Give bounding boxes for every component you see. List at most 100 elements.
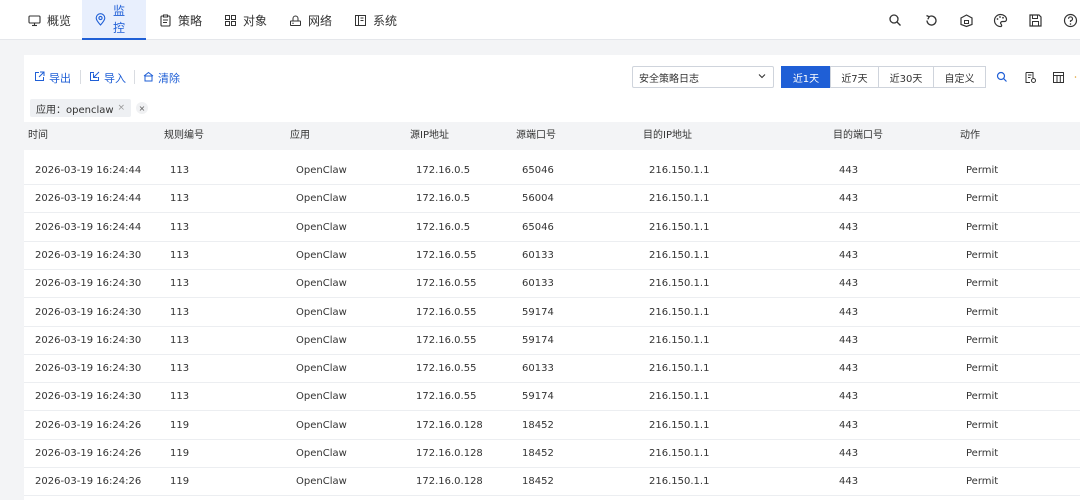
help-icon[interactable]: [1061, 11, 1079, 29]
source-port-cell: 60133: [522, 249, 554, 261]
column-header-source-port[interactable]: 源端口号: [516, 122, 556, 150]
source-ip-cell: 172.16.0.55: [416, 278, 477, 290]
nav-tab-system[interactable]: 系统: [354, 0, 397, 40]
search-icon[interactable]: [886, 11, 904, 29]
table-row[interactable]: 2026-03-19 16:24:26 119 OpenClaw 172.16.0.1…: [24, 412, 1080, 440]
dest-ip-cell: 216.150.1.1: [649, 249, 710, 261]
export-label: 导出: [49, 72, 71, 85]
table-row[interactable]: 2026-03-19 16:24:44 113 OpenClaw 172.16.0.5…: [24, 185, 1080, 214]
table-row[interactable]: 2026-03-19 16:24:30 113 OpenClaw 172.16.0.5…: [24, 270, 1080, 299]
application-cell: OpenClaw: [296, 165, 347, 176]
time-cell: 2026-03-19 16:24:26: [35, 476, 142, 488]
range-1-day-button[interactable]: 近1天: [781, 66, 831, 88]
source-ip-cell: 172.16.0.128: [416, 448, 483, 459]
more-options-icon[interactable]: [1074, 69, 1080, 85]
source-ip-cell: 172.16.0.5: [416, 193, 471, 205]
action-cell: Permit: [966, 391, 999, 403]
column-settings-icon[interactable]: [1050, 69, 1066, 85]
action-cell: Permit: [966, 306, 999, 318]
range-7-days-button[interactable]: 近7天: [830, 66, 879, 88]
column-header-rule-id[interactable]: 规则编号: [164, 122, 204, 150]
nav-tab-policy[interactable]: 策略: [159, 0, 202, 40]
table-row[interactable]: 2026-03-19 16:24:30 113 OpenClaw 172.16.0.5…: [24, 355, 1080, 384]
source-ip-cell: 172.16.0.55: [416, 391, 477, 403]
nav-tab-monitor[interactable]: 监控: [82, 0, 146, 40]
time-cell: 2026-03-19 16:24:30: [35, 278, 142, 290]
table-row[interactable]: 2026-03-19 16:24:30 113 OpenClaw 172.16.0.5…: [24, 383, 1080, 412]
toolbar-divider: [80, 70, 81, 84]
source-port-cell: 59174: [522, 334, 554, 346]
save-icon[interactable]: [1026, 11, 1044, 29]
rule-id-cell: 119: [170, 476, 190, 488]
time-cell: 2026-03-19 16:24:30: [35, 391, 142, 403]
time-cell: 2026-03-19 16:24:30: [35, 249, 142, 261]
range-custom-button[interactable]: 自定义: [933, 66, 986, 88]
table-row[interactable]: 2026-03-19 16:24:30 113 OpenClaw 172.16.0.5…: [24, 242, 1080, 270]
action-cell: Permit: [966, 249, 999, 261]
filter-tag-label: 应用：openclaw: [36, 104, 114, 116]
log-type-select[interactable]: 安全策略日志: [632, 66, 774, 88]
table-row[interactable]: 2026-03-19 16:24:26 119 OpenClaw 172.16.0.1…: [24, 440, 1080, 468]
filter-tag-remove-icon[interactable]: ×: [118, 103, 126, 113]
column-header-action[interactable]: 动作: [960, 122, 980, 150]
nav-tab-label: 对象: [243, 13, 268, 28]
action-cell: Permit: [966, 363, 999, 375]
nav-tab-objects[interactable]: 对象: [224, 0, 267, 40]
dest-ip-cell: 216.150.1.1: [649, 278, 710, 290]
rule-id-cell: 113: [170, 249, 190, 261]
palette-icon[interactable]: [991, 11, 1009, 29]
table-row[interactable]: 2026-03-19 16:24:30 113 OpenClaw 172.16.0.5…: [24, 299, 1080, 327]
dest-port-cell: 443: [839, 419, 859, 431]
clear-filters-icon[interactable]: ×: [136, 102, 148, 114]
action-cell: Permit: [966, 221, 999, 233]
export-icon: [34, 71, 45, 85]
import-label: 导入: [104, 72, 126, 85]
column-header-dest-ip[interactable]: 目的IP地址: [643, 122, 692, 150]
dest-ip-cell: 216.150.1.1: [649, 334, 710, 346]
column-header-dest-port[interactable]: 目的端口号: [833, 122, 883, 150]
source-ip-cell: 172.16.0.55: [416, 363, 477, 375]
table-row[interactable]: 2026-03-19 16:24:44 113 OpenClaw 172.16.0.5…: [24, 157, 1080, 185]
dest-port-cell: 443: [839, 391, 859, 403]
search-icon[interactable]: [994, 69, 1010, 85]
source-ip-cell: 172.16.0.128: [416, 476, 483, 488]
clear-button[interactable]: 清除: [143, 70, 180, 86]
column-header-application[interactable]: 应用: [290, 122, 310, 150]
table-row[interactable]: 2026-03-19 16:24:44 113 OpenClaw 172.16.0.5…: [24, 214, 1080, 242]
filter-tag: 应用：openclaw ×: [30, 99, 132, 117]
rule-id-cell: 113: [170, 193, 190, 205]
import-button[interactable]: 导入: [89, 70, 126, 86]
source-ip-cell: 172.16.0.5: [416, 165, 471, 176]
nav-tab-overview[interactable]: 概览: [28, 0, 71, 40]
network-icon: [289, 14, 302, 27]
log-type-value: 安全策略日志: [639, 73, 699, 85]
nav-tab-network[interactable]: 网络: [289, 0, 332, 40]
rule-id-cell: 113: [170, 278, 190, 290]
action-cell: Permit: [966, 419, 999, 431]
log-settings-icon[interactable]: [1022, 69, 1038, 85]
dest-ip-cell: 216.150.1.1: [649, 221, 710, 233]
application-cell: OpenClaw: [296, 363, 347, 375]
export-button[interactable]: 导出: [34, 70, 71, 86]
table-row[interactable]: 2026-03-19 16:24:30 113 OpenClaw 172.16.0.5…: [24, 327, 1080, 355]
nav-tab-label: 系统: [373, 13, 398, 28]
application-cell: OpenClaw: [296, 249, 347, 261]
source-port-cell: 59174: [522, 306, 554, 318]
clipboard-icon: [159, 14, 172, 27]
range-30-days-button[interactable]: 近30天: [878, 66, 934, 88]
application-cell: OpenClaw: [296, 476, 347, 488]
time-cell: 2026-03-19 16:24:44: [35, 221, 142, 233]
application-cell: OpenClaw: [296, 193, 347, 205]
clear-label: 清除: [158, 72, 180, 85]
dest-ip-cell: 216.150.1.1: [649, 391, 710, 403]
column-header-source-ip[interactable]: 源IP地址: [410, 122, 449, 150]
clear-icon: [143, 71, 154, 85]
time-cell: 2026-03-19 16:24:44: [35, 165, 142, 176]
column-header-time[interactable]: 时间: [28, 122, 48, 150]
package-icon[interactable]: [957, 11, 975, 29]
table-row[interactable]: 2026-03-19 16:24:26 119 OpenClaw 172.16.0.1…: [24, 468, 1080, 497]
dest-ip-cell: 216.150.1.1: [649, 363, 710, 375]
rule-id-cell: 113: [170, 334, 190, 346]
source-port-cell: 59174: [522, 391, 554, 403]
refresh-icon[interactable]: [922, 11, 940, 29]
